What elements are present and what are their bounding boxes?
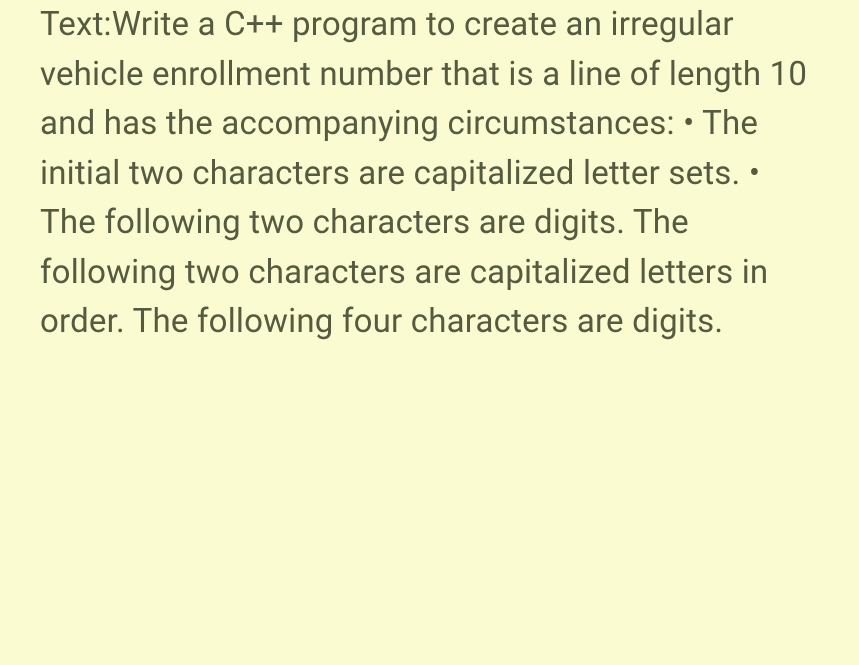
- document-text: Text:Write a C++ program to create an ir…: [40, 0, 819, 347]
